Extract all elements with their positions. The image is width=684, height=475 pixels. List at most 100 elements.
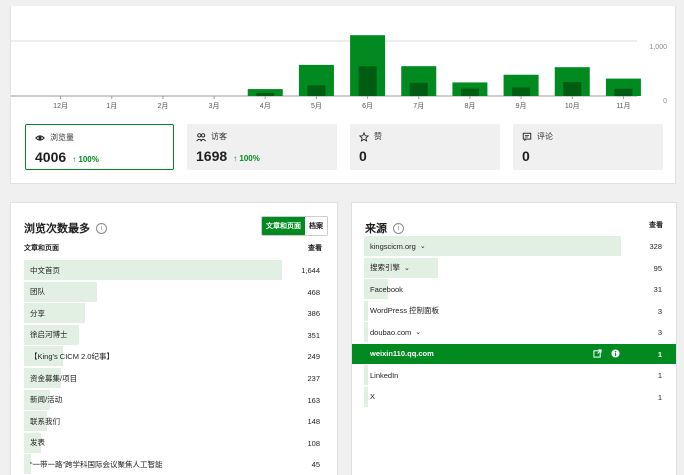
post-row[interactable]: 中文首页 1,644	[24, 260, 322, 280]
row-value: 45	[311, 460, 320, 470]
row-label: 团队	[30, 287, 45, 297]
stat-label-comments: 评论	[537, 132, 553, 141]
row-value: 351	[307, 330, 320, 340]
referrer-row[interactable]: kingscicm.org ⌄ 328	[364, 236, 664, 256]
column-header-views: 查看	[308, 245, 322, 252]
x-tick-label-6: 6月	[362, 102, 373, 110]
views-bar	[24, 260, 282, 280]
referrer-row[interactable]: doubao.com ⌄ 3	[364, 322, 664, 342]
bar-visitors-5[interactable]	[307, 85, 326, 96]
stat-delta-views: ↑ 100%	[72, 155, 99, 164]
eye-icon	[35, 134, 45, 141]
chevron-down-icon[interactable]: ⌄	[415, 328, 421, 336]
row-value: 1	[657, 392, 662, 402]
post-row[interactable]: 发表 108	[24, 432, 322, 453]
post-row[interactable]: 团队 468	[24, 281, 322, 302]
row-label: “一带一路”跨学科国际会议聚焦人工智能	[30, 459, 163, 469]
info-icon[interactable]: i	[96, 222, 107, 234]
x-tick-label-10: 10月	[565, 102, 580, 110]
top-posts-title: 浏览次数最多 i	[24, 220, 107, 236]
posts-view-toggle[interactable]: 文章和页面 档案	[261, 216, 328, 236]
x-tick-label-11: 11月	[616, 102, 630, 110]
stat-value-comments: 0	[522, 148, 530, 164]
row-label: 发表	[30, 438, 45, 448]
row-label: LinkedIn	[370, 370, 399, 380]
referrer-row[interactable]: Facebook 31	[364, 279, 664, 299]
row-label: 分享	[30, 308, 45, 318]
row-value: 386	[307, 309, 320, 319]
row-value: 108	[307, 438, 320, 448]
post-row[interactable]: “一带一路”跨学科国际会议聚焦人工智能 45	[24, 454, 322, 475]
referrer-row[interactable]: WordPress 控制面板 3	[364, 300, 664, 321]
row-label: 资金募集/项目	[30, 373, 78, 383]
referrer-row[interactable]: X1	[364, 386, 664, 407]
referrer-row[interactable]: 搜索引擎 ⌄ 95	[364, 257, 664, 278]
row-value: 1,644	[301, 266, 320, 275]
stat-card-visitors[interactable]: 访客 1698 ↑ 100%	[187, 124, 337, 170]
row-label: kingscicm.org	[370, 241, 416, 251]
bar-visitors-9[interactable]	[512, 87, 531, 96]
stat-label-visitors: 访客	[211, 132, 227, 141]
bar-visitors-10[interactable]	[563, 82, 582, 96]
row-value: 1	[657, 371, 662, 380]
x-tick-label-0: 12月	[53, 102, 68, 110]
bar-visitors-6[interactable]	[358, 66, 377, 96]
column-header-views: 查看	[649, 222, 663, 229]
row-label: 【King's CICM 2.0纪事】	[30, 351, 114, 361]
row-value: 163	[307, 395, 320, 405]
chevron-down-icon[interactable]: ⌄	[404, 264, 410, 272]
x-tick-label-8: 8月	[464, 102, 475, 110]
tab-archive[interactable]: 档案	[305, 217, 327, 235]
referrer-row[interactable]: LinkedIn 1	[364, 365, 664, 385]
referrer-row[interactable]: weixin110.qq.com 1	[352, 343, 676, 364]
row-label: WordPress 控制面板	[370, 306, 440, 315]
post-row[interactable]: 分享 386	[24, 303, 322, 324]
stat-value-visitors: 1698	[196, 148, 228, 164]
row-label: doubao.com	[370, 327, 412, 337]
chevron-down-icon[interactable]: ⌄	[420, 242, 426, 250]
referrers-title-text: 来源	[365, 223, 387, 235]
column-header-posts: 文章和页面	[24, 245, 59, 252]
top-posts-title-text: 浏览次数最多	[24, 223, 90, 235]
stat-delta-visitors: ↑ 100%	[233, 154, 260, 163]
row-label: 中文首页	[30, 265, 60, 275]
post-row[interactable]: 新闻/活动 163	[24, 389, 322, 410]
bar-visitors-11[interactable]	[614, 88, 633, 96]
row-value: 3	[657, 328, 662, 337]
x-tick-label-4: 4月	[260, 102, 271, 110]
row-value: 328	[649, 242, 662, 251]
row-label: X	[370, 392, 376, 401]
external-link-icon[interactable]	[593, 348, 602, 358]
x-tick-label-1: 1月	[106, 102, 117, 110]
row-value: 95	[653, 263, 662, 273]
star-icon	[359, 131, 369, 142]
row-value: 3	[657, 306, 662, 316]
x-tick-label-3: 3月	[209, 102, 220, 110]
stat-label-likes: 赞	[374, 132, 382, 141]
post-row[interactable]: 【King's CICM 2.0纪事】 249	[24, 346, 322, 367]
post-row[interactable]: 联系我们 148	[24, 411, 322, 432]
row-value: 468	[307, 287, 320, 297]
comment-icon	[522, 132, 532, 141]
row-value: 31	[653, 285, 662, 294]
stat-card-comments[interactable]: 评论 0	[513, 124, 663, 170]
traffic-panel: 12月 1月 2月 3月 4月 5月 6月 7月 8月 9月 10月 11月 1,000 0 浏览量 40…	[10, 6, 676, 184]
row-value: 237	[307, 374, 320, 383]
info-icon[interactable]	[611, 348, 620, 358]
post-row[interactable]: 资金募集/项目 237	[24, 368, 322, 388]
referrers-panel: 来源 i 查看 kingscicm.org ⌄ 328 搜索引擎 ⌄ 95 Facebook…	[351, 202, 677, 475]
row-value: 249	[307, 352, 320, 362]
stat-card-likes[interactable]: 赞 0	[350, 124, 500, 170]
row-label: weixin110.qq.com	[370, 349, 434, 358]
tab-posts-pages[interactable]: 文章和页面	[262, 217, 305, 235]
x-tick-label-5: 5月	[311, 102, 322, 110]
stat-card-views[interactable]: 浏览量 4006 ↑ 100%	[25, 124, 174, 170]
bar-visitors-4[interactable]	[256, 92, 275, 96]
x-tick-label-9: 9月	[516, 102, 527, 110]
bar-visitors-7[interactable]	[409, 82, 428, 96]
info-icon[interactable]: i	[393, 222, 404, 234]
bar-visitors-8[interactable]	[460, 88, 479, 96]
y-tick-label-max: 1,000	[649, 44, 667, 51]
referrers-title: 来源 i	[365, 220, 404, 236]
post-row[interactable]: 徐启河博士 351	[24, 324, 322, 345]
